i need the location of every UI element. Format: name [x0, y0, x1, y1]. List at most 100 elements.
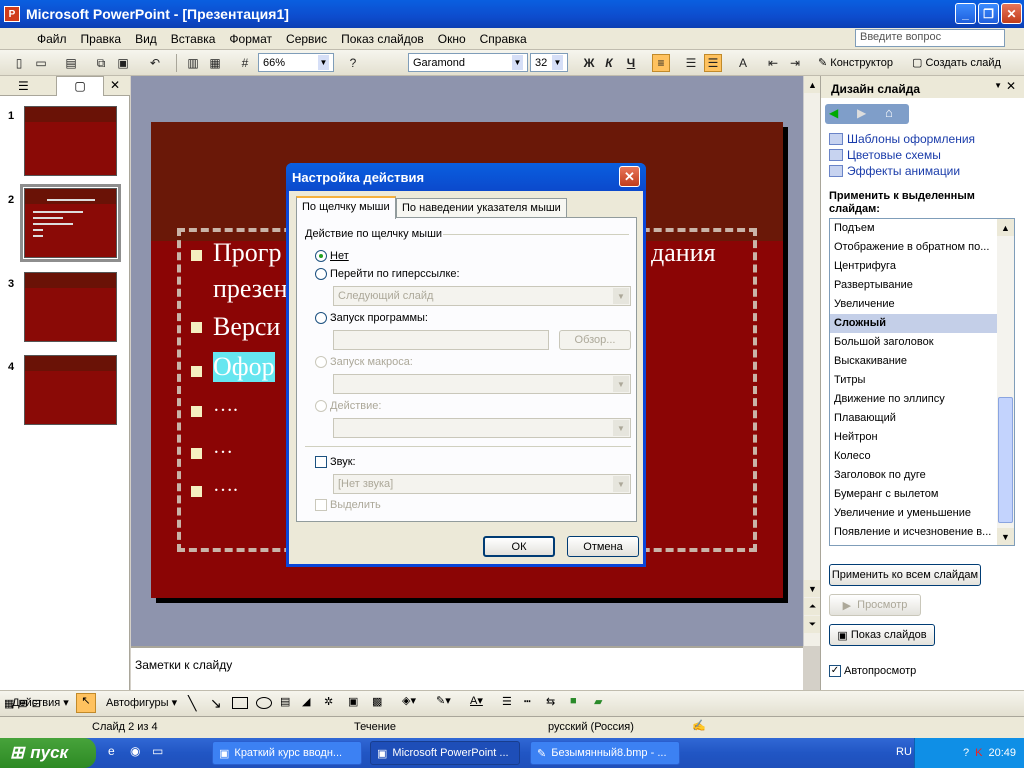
arrow-icon[interactable]: ↘: [210, 695, 222, 712]
diagram-icon[interactable]: ✲: [324, 695, 333, 708]
zoom-select[interactable]: 66% ▼: [258, 53, 334, 72]
menu-slideshow[interactable]: Показ слайдов: [334, 30, 431, 48]
underline-button[interactable]: Ч: [622, 54, 640, 72]
minimize-button[interactable]: _: [955, 3, 976, 24]
font-size-select[interactable]: 32 ▼: [530, 53, 568, 72]
open-icon[interactable]: ▭: [32, 54, 50, 72]
bullet-text-tail[interactable]: дания: [651, 238, 716, 268]
italic-button[interactable]: К: [600, 54, 618, 72]
chevron-down-icon[interactable]: ▼: [994, 81, 1002, 90]
preview-button[interactable]: ▶ Просмотр: [829, 594, 921, 616]
ask-question-input[interactable]: Введите вопрос: [855, 29, 1005, 47]
tab-mouse-over[interactable]: По наведении указателя мыши: [396, 198, 567, 218]
menu-format[interactable]: Формат: [222, 30, 279, 48]
antivirus-icon[interactable]: K: [975, 747, 982, 759]
list-item[interactable]: Плавающий: [830, 409, 998, 428]
menu-insert[interactable]: Вставка: [164, 30, 223, 48]
list-item[interactable]: Титры: [830, 371, 998, 390]
list-item[interactable]: Отображение в обратном по...: [830, 238, 998, 257]
new-slide-button[interactable]: ▢ Создать слайд: [912, 56, 1001, 69]
font-select[interactable]: Garamond ▼: [408, 53, 528, 72]
home-icon[interactable]: ⌂: [885, 105, 893, 120]
slide-thumbnail-4[interactable]: [24, 355, 117, 425]
list-item[interactable]: Увеличение и уменьшение: [830, 504, 998, 523]
menu-edit[interactable]: Правка: [74, 30, 129, 48]
scroll-up-icon[interactable]: ▲: [804, 76, 821, 93]
chart-icon[interactable]: ▥: [184, 54, 202, 72]
menu-file[interactable]: Файл: [30, 30, 74, 48]
decrease-indent-icon[interactable]: ⇤: [764, 54, 782, 72]
quicklaunch-folder-icon[interactable]: ▭: [152, 744, 163, 758]
previous-slide-icon[interactable]: ⏶: [804, 598, 821, 615]
dash-style-icon[interactable]: ┅: [524, 695, 531, 708]
scroll-thumb[interactable]: [998, 397, 1013, 523]
arrow-style-icon[interactable]: ⇆: [546, 695, 555, 708]
quicklaunch-ie-icon[interactable]: e: [108, 744, 115, 758]
apply-all-button[interactable]: Применить ко всем слайдам: [829, 564, 981, 586]
back-icon[interactable]: ◀: [829, 106, 838, 120]
bullet-text[interactable]: Прогр: [213, 238, 281, 268]
bullets-icon[interactable]: ☰: [704, 54, 722, 72]
list-item[interactable]: Движение по эллипсу: [830, 390, 998, 409]
slideshow-button[interactable]: ▣ Показ слайдов: [829, 624, 935, 646]
radio-object-action[interactable]: Действие:: [315, 400, 381, 412]
font-grow-icon[interactable]: A: [734, 54, 752, 72]
list-item[interactable]: Бумеранг с вылетом: [830, 485, 998, 504]
list-item[interactable]: Большой заголовок: [830, 333, 998, 352]
new-icon[interactable]: ▯: [10, 54, 28, 72]
list-item-selected[interactable]: Сложный: [830, 314, 998, 333]
taskbar-item[interactable]: ▣ Краткий курс вводн...: [212, 741, 362, 765]
menu-tools[interactable]: Сервис: [279, 30, 334, 48]
paste-icon[interactable]: ▣: [114, 54, 132, 72]
scroll-down-icon[interactable]: ▼: [997, 528, 1014, 545]
font-color-icon[interactable]: A▾: [470, 694, 483, 707]
slide-thumbnail-1[interactable]: [24, 106, 117, 176]
list-item[interactable]: Появление и исчезновение в...: [830, 523, 998, 542]
tab-mouse-click[interactable]: По щелчку мыши: [296, 196, 396, 219]
list-item[interactable]: Подъем: [830, 219, 998, 238]
list-item[interactable]: Колесо: [830, 447, 998, 466]
numbering-icon[interactable]: ☰: [682, 54, 700, 72]
notes-pane[interactable]: Заметки к слайду: [131, 646, 803, 690]
rectangle-icon[interactable]: [232, 697, 248, 709]
maximize-button[interactable]: ❐: [978, 3, 999, 24]
radio-macro[interactable]: Запуск макроса:: [315, 356, 413, 368]
next-slide-icon[interactable]: ⏷: [804, 616, 821, 633]
radio-none[interactable]: Нет: [315, 250, 349, 262]
bullet-text[interactable]: Верси: [213, 312, 280, 342]
line-icon[interactable]: ╲: [188, 695, 196, 712]
macro-select[interactable]: ▼: [333, 374, 631, 394]
link-design-templates[interactable]: Шаблоны оформления: [829, 132, 975, 146]
hyperlink-select[interactable]: Следующий слайд ▼: [333, 286, 631, 306]
browse-button[interactable]: Обзор...: [559, 330, 631, 350]
line-style-icon[interactable]: ☰: [502, 695, 512, 708]
bold-button[interactable]: Ж: [580, 54, 598, 72]
slides-tab-icon[interactable]: ▢: [56, 76, 104, 96]
list-item[interactable]: Центрифуга: [830, 257, 998, 276]
radio-program[interactable]: Запуск программы:: [315, 312, 428, 324]
list-item[interactable]: Развертывание: [830, 276, 998, 295]
vertical-scrollbar[interactable]: ▲ ▼ ⏶ ⏷: [803, 76, 821, 646]
designer-button[interactable]: ✎ Конструктор: [818, 56, 893, 69]
list-item[interactable]: Выскакивание: [830, 352, 998, 371]
quicklaunch-media-icon[interactable]: ◉: [130, 744, 140, 758]
list-item[interactable]: Увеличение: [830, 295, 998, 314]
taskbar-item[interactable]: ✎ Безымянный8.bmp - ...: [530, 741, 680, 765]
copy-icon[interactable]: ⧉: [92, 54, 110, 72]
ok-button[interactable]: ОК: [483, 536, 555, 557]
align-left-icon[interactable]: ≡: [652, 54, 670, 72]
help-icon[interactable]: ?: [963, 747, 969, 759]
list-scrollbar[interactable]: ▲ ▼: [997, 219, 1014, 545]
close-icon[interactable]: ✕: [110, 78, 120, 92]
select-pointer-icon[interactable]: ↖: [76, 693, 96, 713]
bullet-text-highlighted[interactable]: Офор: [213, 352, 275, 382]
bullet-text[interactable]: ….: [213, 474, 238, 497]
autoshapes-menu[interactable]: Автофигуры ▾: [106, 696, 177, 709]
3d-icon[interactable]: ▰: [594, 695, 602, 708]
increase-indent-icon[interactable]: ⇥: [786, 54, 804, 72]
forward-icon[interactable]: ▶: [857, 106, 866, 120]
menu-view[interactable]: Вид: [128, 30, 164, 48]
program-path-input[interactable]: [333, 330, 549, 350]
bullet-text[interactable]: презен: [213, 274, 288, 304]
object-action-select[interactable]: ▼: [333, 418, 631, 438]
